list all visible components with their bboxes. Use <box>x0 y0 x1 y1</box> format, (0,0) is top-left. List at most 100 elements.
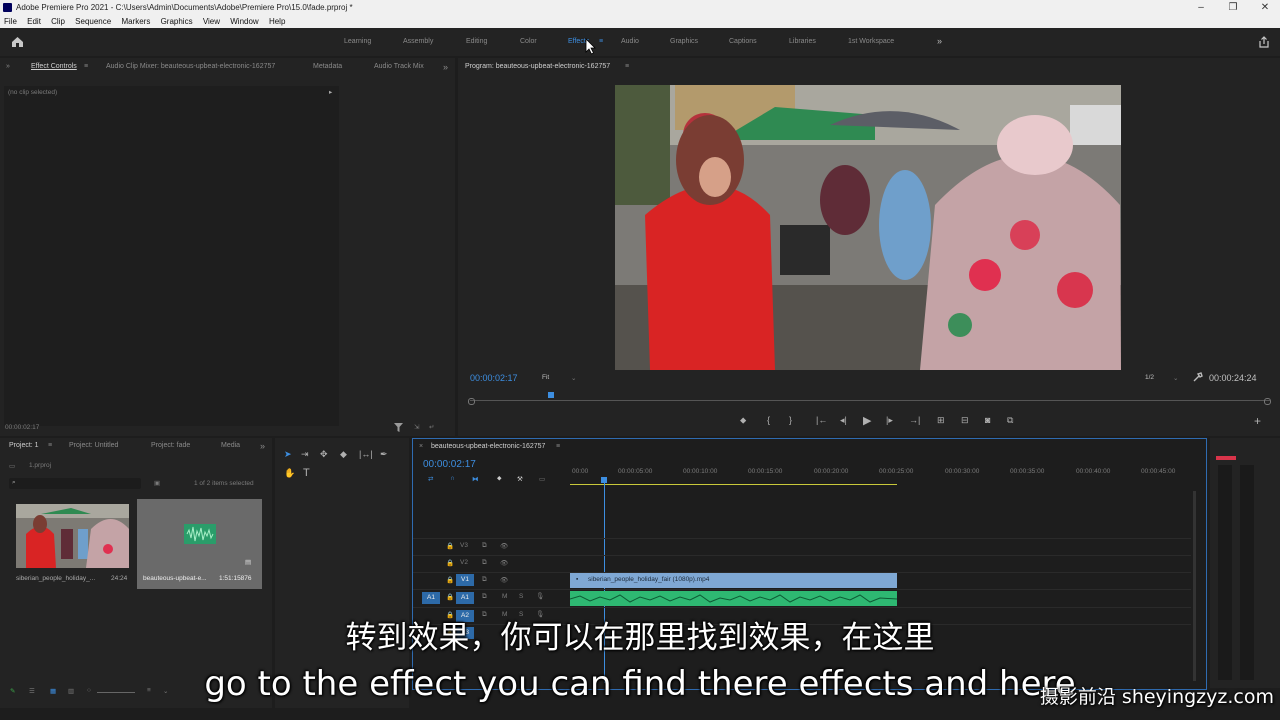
tab-project-untitled[interactable]: Project: Untitled <box>69 442 118 449</box>
more-panels-icon[interactable]: » <box>443 62 448 72</box>
tab-audio-track-mix[interactable]: Audio Track Mix <box>374 63 424 70</box>
settings-wrench-icon[interactable]: ⚒ <box>517 475 523 483</box>
track-label-v2[interactable]: V2 <box>460 559 468 566</box>
eye-icon[interactable]: 👁 <box>500 542 508 550</box>
tab-metadata[interactable]: Metadata <box>313 63 342 70</box>
eye-icon[interactable]: 👁 <box>500 559 508 567</box>
maximize-icon[interactable]: ❐ <box>1218 0 1248 15</box>
panel-menu-icon[interactable]: » <box>6 63 10 70</box>
workspace-audio[interactable]: Audio <box>621 38 639 45</box>
sync-lock-icon[interactable]: ⧉ <box>482 593 487 601</box>
step-back-icon[interactable]: ◂| <box>840 415 847 426</box>
fit-chevron-down-icon[interactable]: ⌄ <box>571 374 576 382</box>
program-video-frame[interactable] <box>615 85 1121 370</box>
menu-clip[interactable]: Clip <box>51 17 65 26</box>
lock-icon[interactable]: 🔒 <box>446 559 454 567</box>
lock-icon[interactable]: 🔒 <box>446 542 454 550</box>
tab-effect-controls[interactable]: Effect Controls <box>31 63 77 70</box>
project-search-input[interactable]: ⌕ <box>9 478 141 489</box>
program-timecode[interactable]: 00:00:02:17 <box>470 373 518 383</box>
go-to-in-icon[interactable]: |← <box>816 415 827 425</box>
export-frame-icon[interactable]: ⇲ <box>414 423 419 431</box>
resolution-dropdown[interactable]: 1/2 <box>1145 374 1154 381</box>
pen-tool-icon[interactable]: ✒ <box>380 449 388 460</box>
workspace-graphics[interactable]: Graphics <box>670 38 698 45</box>
home-icon[interactable] <box>11 36 24 48</box>
settings-icon[interactable]: ↵ <box>429 423 434 431</box>
sync-lock-icon[interactable]: ⧉ <box>482 542 487 550</box>
solo-button[interactable]: S <box>519 593 523 600</box>
track-label-v3[interactable]: V3 <box>460 542 468 549</box>
type-tool-icon[interactable]: T <box>303 467 310 479</box>
workspace-1st[interactable]: 1st Workspace <box>848 38 894 45</box>
hand-tool-icon[interactable]: ✋ <box>284 468 295 479</box>
workspace-color[interactable]: Color <box>520 38 537 45</box>
sequence-menu-icon[interactable]: ≡ <box>556 443 560 450</box>
resolution-chevron-down-icon[interactable]: ⌄ <box>1173 374 1178 382</box>
eye-icon[interactable]: 👁 <box>500 576 508 584</box>
program-scrubber[interactable] <box>470 400 1270 401</box>
project-item-selected[interactable]: ▤ beauteous-upbeat-e... 1:51:15876 <box>137 499 262 589</box>
tab-project-1[interactable]: Project: 1 <box>9 442 39 449</box>
filter-icon[interactable] <box>394 423 403 432</box>
tab-effect-controls-menu-icon[interactable]: ≡ <box>84 63 88 70</box>
mark-in-icon[interactable]: { <box>767 415 770 425</box>
scrubber-start-handle[interactable] <box>468 398 475 405</box>
menu-markers[interactable]: Markers <box>121 17 150 26</box>
source-patch-a1[interactable]: A1 <box>422 592 440 604</box>
video-clip[interactable]: ▪ siberian_people_holiday_fair (1080p).m… <box>570 573 897 588</box>
workspace-libraries[interactable]: Libraries <box>789 38 816 45</box>
mute-button[interactable]: M <box>502 593 507 600</box>
lock-icon[interactable]: 🔒 <box>446 593 454 601</box>
track-select-tool-icon[interactable]: ⇥ <box>301 449 309 460</box>
ripple-edit-tool-icon[interactable]: ✥ <box>320 449 328 460</box>
playhead-marker[interactable] <box>548 392 554 398</box>
slip-tool-icon[interactable]: |↔| <box>359 449 373 459</box>
microphone-icon[interactable]: 🎙 <box>536 592 544 600</box>
share-icon[interactable] <box>1258 36 1270 48</box>
linked-selection-icon[interactable]: ⧓ <box>472 475 479 483</box>
scrubber-end-handle[interactable] <box>1264 398 1271 405</box>
selection-tool-icon[interactable]: ➤ <box>284 449 292 460</box>
minimize-icon[interactable]: – <box>1186 0 1216 15</box>
close-icon[interactable]: ✕ <box>1250 0 1280 15</box>
wrench-icon[interactable] <box>1193 372 1203 382</box>
menu-view[interactable]: View <box>203 17 220 26</box>
play-icon[interactable]: ▶ <box>863 414 871 427</box>
mark-out-icon[interactable]: } <box>789 415 792 425</box>
sync-lock-icon[interactable]: ⧉ <box>482 559 487 567</box>
step-forward-icon[interactable]: |▸ <box>886 415 893 426</box>
add-marker-icon[interactable]: ⬥ <box>497 475 502 483</box>
menu-help[interactable]: Help <box>269 17 285 26</box>
razor-tool-icon[interactable]: ◆ <box>340 449 347 460</box>
menu-window[interactable]: Window <box>230 17 258 26</box>
workspace-assembly[interactable]: Assembly <box>403 38 433 45</box>
lock-icon[interactable]: 🔒 <box>446 576 454 584</box>
menu-file[interactable]: File <box>4 17 17 26</box>
more-project-tabs-icon[interactable]: » <box>260 441 265 451</box>
program-menu-icon[interactable]: ≡ <box>625 63 629 70</box>
menu-sequence[interactable]: Sequence <box>75 17 111 26</box>
menu-graphics[interactable]: Graphics <box>161 17 193 26</box>
go-to-out-icon[interactable]: →| <box>909 415 920 425</box>
audio-clip[interactable] <box>570 591 897 606</box>
tab-project-1-menu-icon[interactable]: ≡ <box>48 442 52 449</box>
lift-icon[interactable]: ⊞ <box>937 415 945 426</box>
workspace-editing[interactable]: Editing <box>466 38 487 45</box>
close-sequence-icon[interactable]: × <box>419 443 423 450</box>
workspace-captions[interactable]: Captions <box>729 38 757 45</box>
add-button-icon[interactable]: + <box>1254 414 1261 428</box>
snap-icon[interactable]: ∩ <box>450 475 455 482</box>
new-bin-icon[interactable]: ▣ <box>154 479 160 487</box>
camera-icon[interactable]: ◙ <box>985 415 990 425</box>
extract-icon[interactable]: ⊟ <box>961 415 969 426</box>
tab-project-fade[interactable]: Project: fade <box>151 442 190 449</box>
fit-dropdown[interactable]: Fit <box>542 374 549 381</box>
add-marker-icon[interactable]: ⬥ <box>740 415 746 426</box>
timeline-timecode[interactable]: 00:00:02:17 <box>423 459 476 470</box>
captions-icon[interactable]: ▭ <box>539 475 545 483</box>
time-ruler[interactable]: 00:00 00:00:05:00 00:00:10:00 00:00:15:0… <box>570 465 1190 487</box>
work-area-bar[interactable] <box>570 484 897 485</box>
tab-media[interactable]: Media <box>221 442 240 449</box>
menu-edit[interactable]: Edit <box>27 17 41 26</box>
